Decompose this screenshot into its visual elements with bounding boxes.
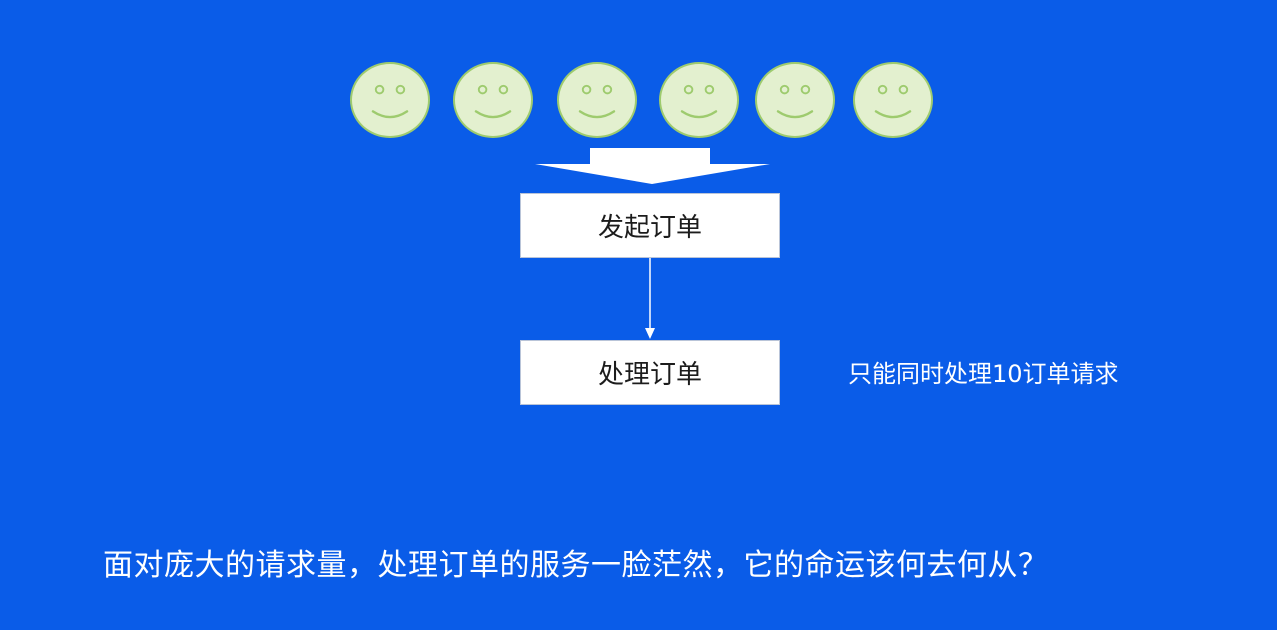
smiley-face-icon [853,62,933,138]
bottom-caption: 面对庞大的请求量，处理订单的服务一脸茫然，它的命运该何去何从？ [103,548,1049,583]
smiley-face-icon [557,62,637,138]
step-process-order-box: 处理订单 [520,340,780,405]
user-faces-row [0,0,1277,150]
step-initiate-order-label: 发起订单 [597,213,702,243]
step-initiate-order-box: 发起订单 [520,193,780,258]
smiley-face-icon [453,62,533,138]
step-process-order-label: 处理订单 [597,360,702,390]
smiley-face-icon [659,62,739,138]
smiley-face-icon [350,62,430,138]
capacity-note: 只能同时处理10订单请求 [848,360,1119,388]
wide-down-arrow-icon [535,148,770,184]
smiley-face-icon [755,62,835,138]
down-arrow-icon [645,258,655,339]
